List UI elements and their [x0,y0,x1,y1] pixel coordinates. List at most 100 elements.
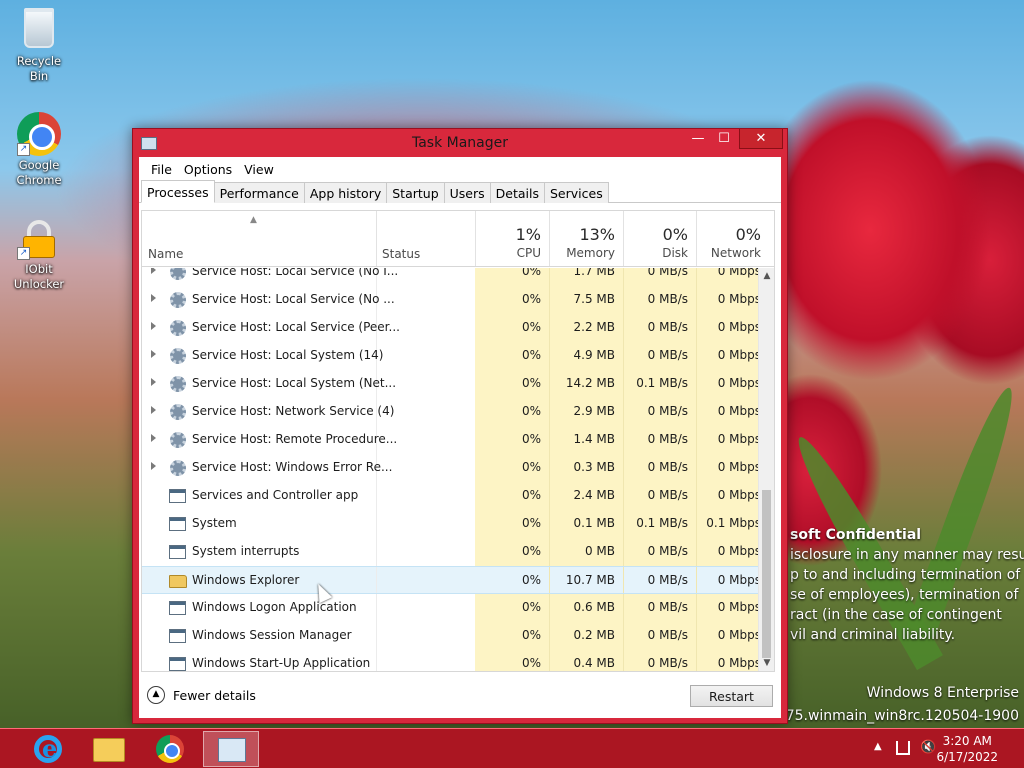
taskbar-google-chrome[interactable] [142,731,198,767]
process-network: 0 Mbps [717,573,758,587]
taskbar-file-explorer[interactable] [80,731,136,767]
expand-arrow-icon[interactable] [151,462,156,470]
volume-muted-icon[interactable]: 🔇 [920,740,936,755]
process-cpu: 0% [521,320,541,334]
footer: ▲ Fewer details Restart [139,672,781,718]
table-row[interactable]: System interrupts 0% 0 MB 0 MB/s 0 Mbps [142,538,758,566]
desktop-icon-iobit-unlocker[interactable]: ↗ IObit Unlocker [6,216,72,292]
network-icon[interactable] [896,741,910,755]
menu-options[interactable]: Options [178,162,238,177]
process-cpu: 0% [521,516,541,530]
scroll-down-icon[interactable]: ▼ [759,655,774,671]
clock[interactable]: 3:20 AM 6/17/2022 [936,733,998,765]
tab-processes[interactable]: Processes [141,180,215,203]
title-bar[interactable]: Task Manager — ☐ ✕ [133,129,787,157]
scroll-up-icon[interactable]: ▲ [759,268,774,284]
process-network: 0 Mbps [717,544,758,558]
tab-startup[interactable]: Startup [386,182,445,203]
process-network: 0 Mbps [717,488,758,502]
maximize-button[interactable]: ☐ [711,129,737,149]
desktop-icon-label: Recycle Bin [16,54,62,83]
process-disk: 0.1 MB/s [636,516,688,530]
table-row[interactable]: Windows Explorer 0% 10.7 MB 0 MB/s 0 Mbps [142,566,758,594]
expand-arrow-icon[interactable] [151,294,156,302]
window-icon [169,629,186,643]
taskbar-internet-explorer[interactable] [18,731,74,767]
process-network: 0 Mbps [717,656,758,670]
expand-arrow-icon[interactable] [151,406,156,414]
task-manager-window[interactable]: Task Manager — ☐ ✕ File Options View Pro… [132,128,788,724]
watermark-line: vil and criminal liability. [790,627,956,643]
column-name[interactable]: Name [148,247,183,261]
column-disk[interactable]: 0% Disk [623,211,696,266]
process-memory: 1.7 MB [573,268,615,278]
table-row[interactable]: Windows Session Manager 0% 0.2 MB 0 MB/s 0 M… [142,622,758,650]
scroll-thumb[interactable] [762,490,771,658]
expand-arrow-icon[interactable] [151,378,156,386]
shortcut-arrow-icon: ↗ [17,247,30,260]
table-row[interactable]: Service Host: Windows Error Re... 0% 0.3 M… [142,454,758,482]
desktop-icon-label: IObit Unlocker [13,262,65,291]
fewer-details-label: Fewer details [173,687,256,703]
column-network[interactable]: 0% Network [696,211,769,266]
table-row[interactable]: Service Host: Remote Procedure... 0% 1.4 M… [142,426,758,454]
show-hidden-icons-icon[interactable]: ▲ [874,741,882,752]
table-row[interactable]: Service Host: Local Service (No ... 0% 7.5… [142,286,758,314]
process-name: Service Host: Local System (Net... [192,376,397,390]
close-button[interactable]: ✕ [739,129,783,149]
column-divider [376,567,377,593]
folder-icon [169,575,187,588]
chevron-up-icon: ▲ [147,686,165,704]
process-network: 0 Mbps [717,628,758,642]
tab-performance[interactable]: Performance [213,182,305,203]
process-network: 0 Mbps [717,292,758,306]
tab-users[interactable]: Users [443,182,491,203]
column-cpu[interactable]: 1% CPU [475,211,549,266]
expand-arrow-icon[interactable] [151,350,156,358]
table-row[interactable]: Services and Controller app 0% 2.4 MB 0 MB/… [142,482,758,510]
process-disk: 0 MB/s [647,488,688,502]
vertical-scrollbar[interactable]: ▲ ▼ [758,268,774,671]
table-row[interactable]: Service Host: Local System (14) 0% 4.9 MB 0… [142,342,758,370]
table-row[interactable]: Service Host: Network Service (4) 0% 2.9 M… [142,398,758,426]
build-watermark: 8375.winmain_win8rc.120504-1900 [767,708,1019,724]
process-cpu: 0% [521,628,541,642]
menu-file[interactable]: File [145,162,178,177]
table-row[interactable]: Windows Logon Application 0% 0.6 MB 0 MB/s 0… [142,594,758,622]
process-name: Service Host: Windows Error Re... [192,460,393,474]
tab-app-history[interactable]: App history [303,182,388,203]
table-row[interactable]: Service Host: Local Service (Peer... 0% 2.… [142,314,758,342]
watermark-line: ract (in the case of contingent [790,607,1002,623]
gear-icon [170,404,186,420]
column-memory[interactable]: 13% Memory [549,211,623,266]
table-row[interactable]: Windows Start-Up Application 0% 0.4 MB 0 MB… [142,650,758,671]
process-memory: 0.3 MB [573,460,615,474]
table-row[interactable]: Service Host: Local System (Net... 0% 14.2… [142,370,758,398]
fewer-details-link[interactable]: ▲ Fewer details [147,686,256,704]
expand-arrow-icon[interactable] [151,434,156,442]
process-name: Windows Start-Up Application [192,656,371,670]
expand-arrow-icon[interactable] [151,268,156,274]
window-icon [169,657,186,671]
process-network: 0 Mbps [717,432,758,446]
process-disk: 0 MB/s [647,600,688,614]
process-memory: 10.7 MB [565,573,615,587]
table-row[interactable]: Service Host: Local Service (No I... 0% 1.… [142,268,758,286]
tab-details[interactable]: Details [489,182,545,203]
table-row[interactable]: System 0% 0.1 MB 0.1 MB/s 0.1 Mbps [142,510,758,538]
tab-services[interactable]: Services [544,182,609,203]
taskbar-task-manager[interactable] [203,731,259,767]
restart-button[interactable]: Restart [690,685,773,707]
menu-view[interactable]: View [238,162,280,177]
column-status[interactable]: Status [382,247,420,261]
desktop-icon-recycle-bin[interactable]: Recycle Bin [6,8,72,84]
expand-arrow-icon[interactable] [151,322,156,330]
process-network: 0 Mbps [717,376,758,390]
process-disk: 0 MB/s [647,432,688,446]
desktop-icon-google-chrome[interactable]: ↗ Google Chrome [6,112,72,188]
shortcut-arrow-icon: ↗ [17,143,30,156]
minimize-button[interactable]: — [685,129,711,149]
process-disk: 0 MB/s [647,320,688,334]
process-name: System [192,516,237,530]
sort-up-icon: ▲ [250,215,257,225]
